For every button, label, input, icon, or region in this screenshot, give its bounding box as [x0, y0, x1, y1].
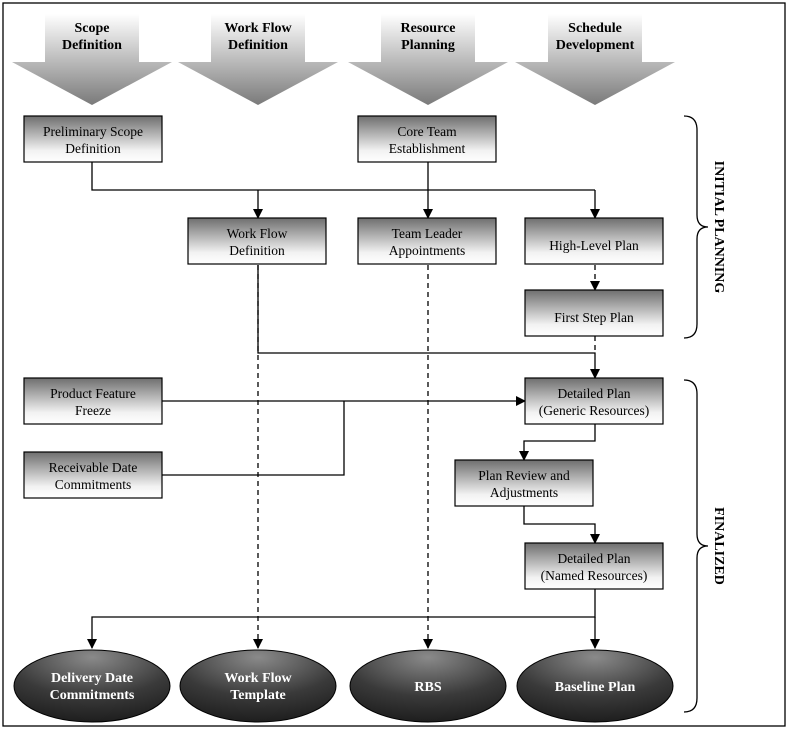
phase-label: Schedule — [568, 21, 622, 36]
box-label: Preliminary Scope — [43, 124, 143, 139]
output-ellipse: Work Flow Template — [179, 649, 337, 723]
box-label: First Step Plan — [554, 310, 634, 325]
box-label: High-Level Plan — [549, 238, 639, 253]
phase-arrow: Schedule Development — [515, 14, 675, 105]
phase-label: Definition — [228, 38, 288, 53]
box-label: Core Team — [397, 124, 457, 139]
initial-planning-bracket: INITIAL PLANNING — [683, 115, 726, 339]
stage-label: FINALIZED — [711, 507, 726, 585]
stage-label: INITIAL PLANNING — [711, 161, 726, 294]
output-label: Delivery Date — [51, 671, 133, 686]
box-label: Receivable Date — [49, 460, 138, 475]
box-detailed-generic: Detailed Plan (Generic Resources) — [524, 377, 664, 425]
output-label: Template — [230, 688, 285, 703]
box-receivable: Receivable Date Commitments — [23, 451, 163, 499]
box-label: Appointments — [389, 243, 466, 258]
connector — [519, 424, 596, 461]
box-prelim-scope: Preliminary Scope Definition — [23, 115, 163, 163]
box-label: Establishment — [389, 141, 466, 156]
output-label: RBS — [414, 680, 441, 695]
box-label: Product Feature — [50, 386, 136, 401]
box-label: Freeze — [75, 403, 111, 418]
phase-arrow: Work Flow Definition — [178, 14, 338, 105]
box-label: (Generic Resources) — [539, 403, 650, 418]
box-label: Definition — [65, 141, 121, 156]
box-high-level: High-Level Plan — [524, 217, 664, 265]
project-planning-flow-diagram: Scope Definition Work Flow Definition Resour… — [2, 2, 786, 727]
box-label: Detailed Plan — [557, 551, 630, 566]
phase-arrow: Resource Planning — [348, 14, 508, 105]
curly-brace — [683, 115, 709, 339]
output-label: Work Flow — [224, 671, 292, 686]
box-plan-review: Plan Review and Adjustments — [454, 459, 594, 507]
box-team-leader: Team Leader Appointments — [357, 217, 497, 265]
box-label: Plan Review and — [478, 468, 570, 483]
phase-arrow: Scope Definition — [12, 14, 172, 105]
finalized-bracket: FINALIZED — [683, 379, 726, 713]
box-work-flow-def: Work Flow Definition — [187, 217, 327, 265]
box-label: Commitments — [55, 477, 132, 492]
output-label: Commitments — [50, 688, 135, 703]
phase-label: Definition — [62, 38, 122, 53]
phase-label: Development — [556, 38, 635, 53]
output-ellipse: RBS — [349, 649, 507, 723]
phase-label: Planning — [401, 38, 455, 53]
curly-brace — [683, 379, 709, 713]
box-detailed-named: Detailed Plan (Named Resources) — [524, 542, 664, 590]
connector — [87, 589, 596, 649]
output-ellipse: Delivery Date Commitments — [13, 649, 171, 723]
box-label: (Named Resources) — [541, 568, 648, 583]
connector — [161, 401, 345, 476]
connector — [523, 506, 600, 544]
output-ellipse: Baseline Plan — [516, 649, 674, 723]
box-label: Team Leader — [392, 226, 463, 241]
phase-label: Scope — [75, 21, 110, 36]
connector — [91, 162, 595, 191]
box-label: Definition — [229, 243, 285, 258]
phase-label: Resource — [401, 21, 456, 36]
phase-label: Work Flow — [224, 21, 292, 36]
box-label: Work Flow — [227, 226, 288, 241]
output-label: Baseline Plan — [555, 680, 636, 695]
box-product-feature: Product Feature Freeze — [23, 377, 163, 425]
box-first-step: First Step Plan — [524, 289, 664, 337]
box-core-team: Core Team Establishment — [357, 115, 497, 163]
box-label: Detailed Plan — [557, 386, 630, 401]
box-label: Adjustments — [490, 485, 558, 500]
